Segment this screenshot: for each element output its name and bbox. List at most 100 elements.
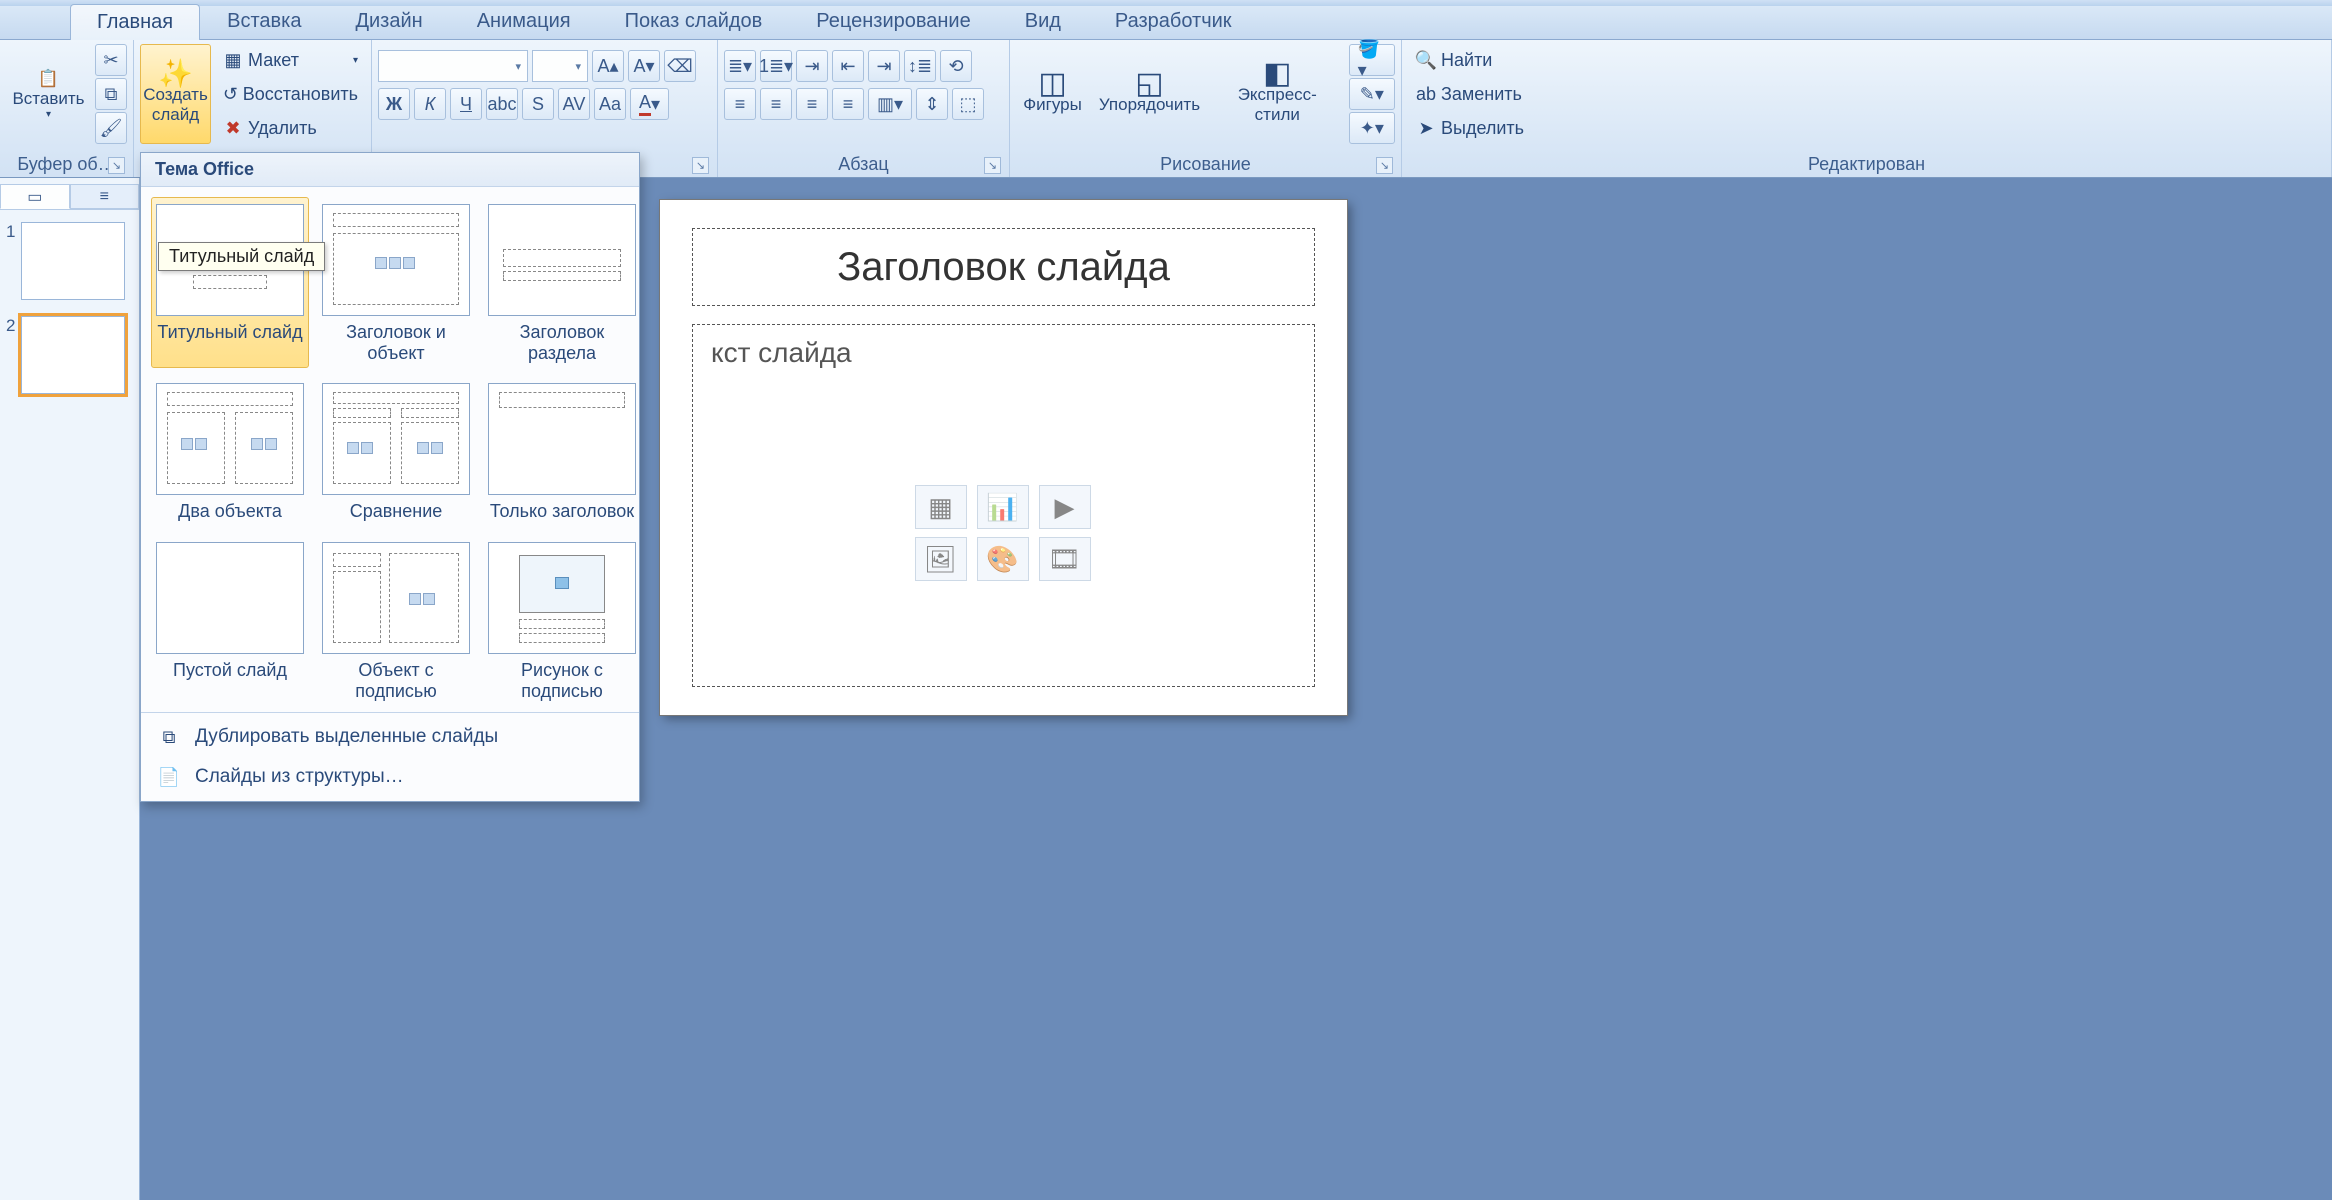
- layout-content-caption[interactable]: Объект с подписью: [317, 535, 475, 706]
- clipboard-group-label: Буфер об…: [17, 154, 115, 175]
- tab-slideshow[interactable]: Показ слайдов: [598, 3, 790, 39]
- layout-section-header[interactable]: Заголовок раздела: [483, 197, 641, 368]
- layout-caption: Только заголовок: [490, 501, 634, 522]
- layout-blank[interactable]: Пустой слайд: [151, 535, 309, 706]
- slide-title-placeholder[interactable]: Заголовок слайда: [692, 228, 1315, 306]
- char-spacing-button[interactable]: AV: [558, 88, 590, 120]
- tab-developer[interactable]: Разработчик: [1088, 3, 1259, 39]
- ribbon-tabs: Главная Вставка Дизайн Анимация Показ сл…: [0, 6, 2332, 40]
- delete-slide-button[interactable]: ✖Удалить: [215, 112, 365, 144]
- find-button[interactable]: 🔍Найти: [1408, 44, 2325, 76]
- tab-review[interactable]: Рецензирование: [789, 3, 997, 39]
- delete-label: Удалить: [248, 118, 317, 139]
- align-right-button[interactable]: ≡: [796, 88, 828, 120]
- replace-button[interactable]: abЗаменить: [1408, 78, 2325, 110]
- layout-gallery-header: Тема Office: [141, 153, 639, 187]
- list-level-button[interactable]: ⇥: [796, 50, 828, 82]
- shapes-icon: ◫: [1042, 73, 1064, 95]
- copy-button[interactable]: ⧉: [95, 78, 127, 110]
- insert-chart-icon[interactable]: 📊: [977, 485, 1029, 529]
- layout-picture-caption[interactable]: Рисунок с подписью: [483, 535, 641, 706]
- editing-group-label: Редактирован: [1808, 154, 1925, 175]
- insert-smartart-icon[interactable]: ▶: [1039, 485, 1091, 529]
- drawing-launcher[interactable]: ↘: [1376, 157, 1393, 174]
- thumbnails-tab[interactable]: ▭: [0, 184, 70, 209]
- align-center-button[interactable]: ≡: [760, 88, 792, 120]
- paragraph-launcher[interactable]: ↘: [984, 157, 1001, 174]
- duplicate-label: Дублировать выделенные слайды: [195, 726, 498, 748]
- outline-icon: ≡: [100, 188, 109, 206]
- brush-icon: 🖌: [100, 118, 123, 139]
- tab-home[interactable]: Главная: [70, 4, 200, 40]
- clear-format-button[interactable]: ⌫: [664, 50, 696, 82]
- paragraph-group-label: Абзац: [838, 154, 889, 175]
- insert-media-icon[interactable]: 🎞: [1039, 537, 1091, 581]
- insert-table-icon[interactable]: ▦: [915, 485, 967, 529]
- layout-title-only[interactable]: Только заголовок: [483, 376, 641, 527]
- slide-body-text: кст слайда: [711, 337, 852, 368]
- thumbnail-1[interactable]: 1: [0, 218, 139, 312]
- tab-animation[interactable]: Анимация: [450, 3, 598, 39]
- justify-button[interactable]: ≡: [832, 88, 864, 120]
- cut-button[interactable]: ✂: [95, 44, 127, 76]
- insert-clipart-icon[interactable]: 🎨: [977, 537, 1029, 581]
- align-text-button[interactable]: ⇕: [916, 88, 948, 120]
- reset-button[interactable]: ↺Восстановить: [215, 78, 365, 110]
- shapes-button[interactable]: ◫Фигуры: [1016, 44, 1089, 144]
- slide-layout-gallery: Тема Office Титульный слайд Титульный сл…: [140, 152, 640, 802]
- font-size-combo[interactable]: ▾: [532, 50, 588, 82]
- grow-font-button[interactable]: A▴: [592, 50, 624, 82]
- cursor-icon: ➤: [1415, 117, 1437, 139]
- thumbnail-2[interactable]: 2: [0, 312, 139, 406]
- shape-fill-button[interactable]: 🪣▾: [1349, 44, 1395, 76]
- font-launcher[interactable]: ↘: [692, 157, 709, 174]
- columns-button[interactable]: ▥▾: [868, 88, 912, 120]
- insert-picture-icon[interactable]: 🖼: [915, 537, 967, 581]
- duplicate-slides-menuitem[interactable]: ⧉ Дублировать выделенные слайды: [141, 717, 639, 757]
- strike-button[interactable]: abc: [486, 88, 518, 120]
- smartart-button[interactable]: ⬚: [952, 88, 984, 120]
- tab-view[interactable]: Вид: [998, 3, 1088, 39]
- tab-insert[interactable]: Вставка: [200, 3, 328, 39]
- thumb-number: 2: [6, 316, 15, 336]
- bold-button[interactable]: Ж: [378, 88, 410, 120]
- numbering-button[interactable]: 1≣▾: [760, 50, 792, 82]
- new-slide-button[interactable]: ✨ Создать слайд: [140, 44, 211, 144]
- layout-title-content[interactable]: Заголовок и объект: [317, 197, 475, 368]
- font-name-combo[interactable]: ▾: [378, 50, 528, 82]
- shadow-button[interactable]: S: [522, 88, 554, 120]
- replace-icon: ab: [1415, 83, 1437, 105]
- quick-styles-button[interactable]: ◧Экспресс-стили: [1210, 44, 1345, 144]
- scissors-icon: ✂: [103, 50, 118, 71]
- increase-indent-button[interactable]: ⇥: [868, 50, 900, 82]
- align-left-button[interactable]: ≡: [724, 88, 756, 120]
- font-color-button[interactable]: A▾: [630, 88, 669, 120]
- layout-comparison[interactable]: Сравнение: [317, 376, 475, 527]
- layout-two-content[interactable]: Два объекта: [151, 376, 309, 527]
- layout-button[interactable]: ▦Макет▾: [215, 44, 365, 76]
- shape-effects-button[interactable]: ✦▾: [1349, 112, 1395, 144]
- layout-title-slide[interactable]: Титульный слайд Титульный слайд: [151, 197, 309, 368]
- line-spacing-button[interactable]: ↕≣: [904, 50, 936, 82]
- change-case-button[interactable]: Aa: [594, 88, 626, 120]
- shape-outline-button[interactable]: ✎▾: [1349, 78, 1395, 110]
- clipboard-icon: 📋: [38, 67, 60, 89]
- slides-from-outline-menuitem[interactable]: 📄 Слайды из структуры…: [141, 757, 639, 797]
- underline-button[interactable]: Ч: [450, 88, 482, 120]
- arrange-label: Упорядочить: [1099, 95, 1200, 115]
- format-painter-button[interactable]: 🖌: [95, 112, 127, 144]
- arrange-button[interactable]: ◱Упорядочить: [1093, 44, 1206, 144]
- outline-tab[interactable]: ≡: [70, 184, 140, 209]
- paste-button[interactable]: 📋 Вставить ▾: [6, 44, 91, 144]
- select-button[interactable]: ➤Выделить: [1408, 112, 2325, 144]
- slide[interactable]: Заголовок слайда кст слайда ▦ 📊 ▶ 🖼 🎨 🎞: [660, 200, 1347, 715]
- bullets-button[interactable]: ≣▾: [724, 50, 756, 82]
- find-label: Найти: [1441, 50, 1492, 71]
- italic-button[interactable]: К: [414, 88, 446, 120]
- slide-body-placeholder[interactable]: кст слайда ▦ 📊 ▶ 🖼 🎨 🎞: [692, 324, 1315, 687]
- shrink-font-button[interactable]: A▾: [628, 50, 660, 82]
- decrease-indent-button[interactable]: ⇤: [832, 50, 864, 82]
- clipboard-launcher[interactable]: ↘: [108, 157, 125, 174]
- tab-design[interactable]: Дизайн: [328, 3, 449, 39]
- text-direction-button[interactable]: ⟲: [940, 50, 972, 82]
